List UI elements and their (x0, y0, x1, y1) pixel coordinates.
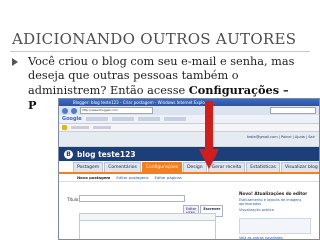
subtab-editar-postagens[interactable]: Editar postagens (116, 175, 148, 180)
toolbar-segment[interactable] (137, 117, 160, 121)
slide-title: ADICIONANDO OUTROS AUTORES (12, 30, 297, 48)
browser-search-field[interactable] (270, 107, 316, 114)
toolbar-segment[interactable] (163, 117, 186, 121)
paragraph-line-2: deseja que outras pessoas também o (28, 69, 239, 82)
news-item[interactable]: Estilizamento e layouts de imagens aprim… (239, 198, 317, 206)
settings-path-bold: Configurações – (188, 83, 289, 97)
news-box (239, 218, 311, 234)
toolbar-search[interactable] (85, 117, 108, 121)
arrow-head (199, 149, 219, 169)
red-arrow-icon (199, 101, 219, 169)
tab-visualizar-blog[interactable]: Visualizar blog (280, 162, 319, 172)
blogger-logo-icon: B (64, 149, 73, 159)
news-item[interactable]: Visualização prática (239, 208, 317, 212)
paragraph-line-3: administrem? Então acesse (28, 84, 189, 97)
tab-comentarios[interactable]: Comentários (104, 162, 141, 172)
subtab-editar-paginas[interactable]: Editar páginas (154, 175, 181, 180)
window-title: Blogger: blog teste123 - Criar postagem … (73, 100, 211, 105)
toolbar-segment[interactable] (111, 117, 134, 121)
window-titlebar: Blogger: blog teste123 - Criar postagem … (59, 99, 319, 106)
address-field[interactable]: http://www.blogger.com (80, 107, 153, 114)
tab-estatisticas[interactable]: Estatísticas (246, 162, 280, 172)
blogger-account-bar: teste@gmail.com | Painel | Ajuda | Sair (59, 132, 319, 147)
blog-header: B blog teste123 (59, 147, 319, 161)
subtab-nova-postagem[interactable]: Nova postagem (77, 175, 110, 180)
favorite-link[interactable] (93, 126, 111, 129)
paragraph-line-1: Você criou o blog com seu e-mail e senha… (28, 55, 295, 68)
news-heading: Novo! Atualizações do editor (239, 191, 308, 196)
favorite-link[interactable] (71, 126, 89, 129)
address-bar: http://www.blogger.com (59, 106, 319, 115)
arrow-shaft (205, 101, 213, 151)
google-toolbar: Google (59, 115, 319, 124)
google-logo: Google (62, 116, 82, 122)
tab-postagem[interactable]: Postagem (73, 162, 104, 172)
blog-name: blog teste123 (77, 149, 136, 159)
title-label: Título: (67, 197, 80, 202)
dashboard-tabs: Postagem Comentários Configurações Desig… (59, 161, 319, 174)
favorites-star-icon[interactable] (62, 125, 67, 130)
settings-path-continued: P (28, 98, 37, 112)
post-subtabs: Nova postagem Editar postagens Editar pá… (59, 174, 319, 182)
news-more-link[interactable]: Veja as outras novidades (239, 236, 317, 239)
bullet-marker (12, 58, 18, 66)
post-editor: Título: Editar HTML Escrever (65, 191, 224, 239)
post-body-textarea[interactable] (79, 220, 216, 239)
back-button-icon[interactable] (62, 107, 68, 114)
editor-news-panel: Novo! Atualizações do editor Estilizamen… (239, 191, 317, 239)
account-links[interactable]: teste@gmail.com | Painel | Ajuda | Sair (247, 135, 315, 139)
tab-configuracoes[interactable]: Configurações (141, 162, 183, 172)
post-title-input[interactable] (79, 195, 185, 202)
forward-button-icon[interactable] (71, 107, 77, 114)
favorites-bar (59, 124, 319, 132)
title-divider (10, 51, 310, 52)
blogger-screenshot: Blogger: blog teste123 - Criar postagem … (58, 98, 320, 240)
